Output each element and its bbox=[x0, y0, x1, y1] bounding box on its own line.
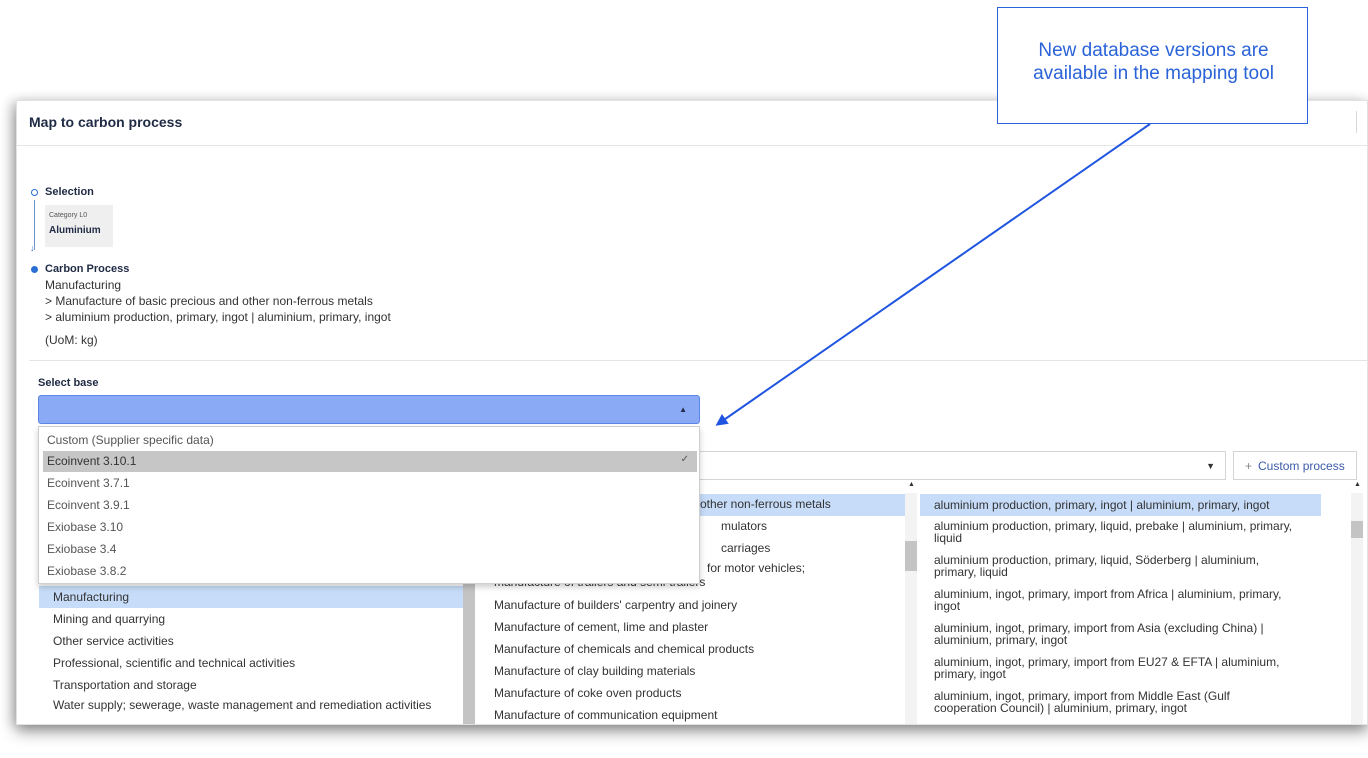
list-item[interactable]: Manufacture of communication equipment bbox=[480, 704, 906, 724]
option-custom[interactable]: Custom (Supplier specific data) bbox=[43, 430, 697, 451]
option-exiobase-3-10[interactable]: Exiobase 3.10 bbox=[43, 517, 697, 538]
category-chip: Category L0 Aluminium bbox=[45, 205, 113, 247]
list-item[interactable]: Other service activities bbox=[39, 630, 464, 652]
list-item[interactable]: aluminium, ingot, primary, import from E… bbox=[920, 654, 1321, 684]
callout-text: New database versions are available in t… bbox=[1033, 40, 1274, 84]
subsector-scrollbar[interactable] bbox=[905, 493, 917, 724]
base-options-menu: Custom (Supplier specific data) Ecoinven… bbox=[38, 426, 700, 584]
option-ecoinvent-3-10-1[interactable]: Ecoinvent 3.10.1 ✓ bbox=[43, 451, 697, 472]
list-item[interactable]: Professional, scientific and technical a… bbox=[39, 652, 464, 674]
list-item[interactable]: Manufacture of builders' carpentry and j… bbox=[480, 594, 906, 616]
list-item[interactable]: Manufacture of clay building materials bbox=[480, 660, 906, 682]
caret-down-icon: ▼ bbox=[1206, 461, 1215, 471]
list-item[interactable]: aluminium, ingot, primary, import from A… bbox=[920, 586, 1321, 616]
custom-process-button[interactable]: + Custom process bbox=[1233, 451, 1357, 480]
list-item[interactable]: aluminium, ingot, primary, import from M… bbox=[920, 688, 1321, 724]
database-select[interactable]: ▼ bbox=[700, 451, 1226, 480]
carbon-path-line: > Manufacture of basic precious and othe… bbox=[45, 294, 373, 308]
map-carbon-dialog: Map to carbon process Selection ↓ Catego… bbox=[16, 100, 1368, 725]
dialog-title: Map to carbon process bbox=[29, 114, 183, 130]
list-item[interactable]: aluminium, ingot, primary, import from A… bbox=[920, 620, 1321, 650]
custom-process-label: Custom process bbox=[1258, 459, 1345, 473]
caret-up-icon: ▲ bbox=[679, 405, 687, 414]
option-exiobase-3-4[interactable]: Exiobase 3.4 bbox=[43, 539, 697, 560]
arrow-down-icon: ↓ bbox=[30, 243, 35, 253]
list-item[interactable]: Manufacturing bbox=[39, 586, 464, 608]
option-ecoinvent-3-7-1[interactable]: Ecoinvent 3.7.1 bbox=[43, 473, 697, 494]
section-divider bbox=[29, 360, 1367, 361]
header-divider bbox=[1356, 111, 1357, 133]
select-base-label: Select base bbox=[38, 377, 99, 389]
list-item[interactable]: Manufacture of cement, lime and plaster bbox=[480, 616, 906, 638]
option-label: Ecoinvent 3.10.1 bbox=[47, 454, 137, 468]
list-item[interactable]: Water supply; sewerage, waste management… bbox=[39, 698, 464, 724]
process-list: aluminium production, primary, ingot | a… bbox=[920, 479, 1367, 724]
step-open-dot-icon bbox=[31, 189, 38, 196]
list-item[interactable]: Manufacture of coke oven products bbox=[480, 682, 906, 704]
check-icon: ✓ bbox=[680, 454, 689, 465]
carbon-path-line: Manufacturing bbox=[45, 278, 122, 292]
carbon-process-title: Carbon Process bbox=[45, 263, 130, 275]
scroll-up-icon[interactable]: ▲ bbox=[908, 481, 915, 488]
list-item[interactable]: Manufacture of chemicals and chemical pr… bbox=[480, 638, 906, 660]
subsector-scroll-thumb[interactable] bbox=[905, 541, 917, 571]
plus-icon: + bbox=[1245, 459, 1253, 473]
option-ecoinvent-3-9-1[interactable]: Ecoinvent 3.9.1 bbox=[43, 495, 697, 516]
category-label: Category L0 bbox=[49, 212, 88, 219]
option-exiobase-3-8-2[interactable]: Exiobase 3.8.2 bbox=[43, 561, 697, 582]
list-item[interactable]: Transportation and storage bbox=[39, 674, 464, 696]
list-item[interactable]: aluminium production, primary, liquid, S… bbox=[920, 552, 1321, 582]
uom-text: (UoM: kg) bbox=[45, 333, 98, 347]
annotation-callout: New database versions are available in t… bbox=[997, 7, 1308, 124]
list-item[interactable]: Mining and quarrying bbox=[39, 608, 464, 630]
carbon-path-line: > aluminium production, primary, ingot |… bbox=[45, 310, 391, 324]
step-filled-dot-icon bbox=[31, 266, 38, 273]
process-scroll-thumb[interactable] bbox=[1351, 521, 1363, 538]
list-item[interactable]: aluminium production, primary, ingot | a… bbox=[920, 494, 1321, 516]
select-base-dropdown[interactable]: ▲ bbox=[38, 395, 700, 424]
selection-step-label: Selection bbox=[45, 186, 94, 198]
scroll-up-icon[interactable]: ▲ bbox=[1354, 481, 1361, 488]
list-item[interactable]: aluminium production, primary, liquid, p… bbox=[920, 518, 1321, 548]
category-value: Aluminium bbox=[49, 225, 101, 236]
